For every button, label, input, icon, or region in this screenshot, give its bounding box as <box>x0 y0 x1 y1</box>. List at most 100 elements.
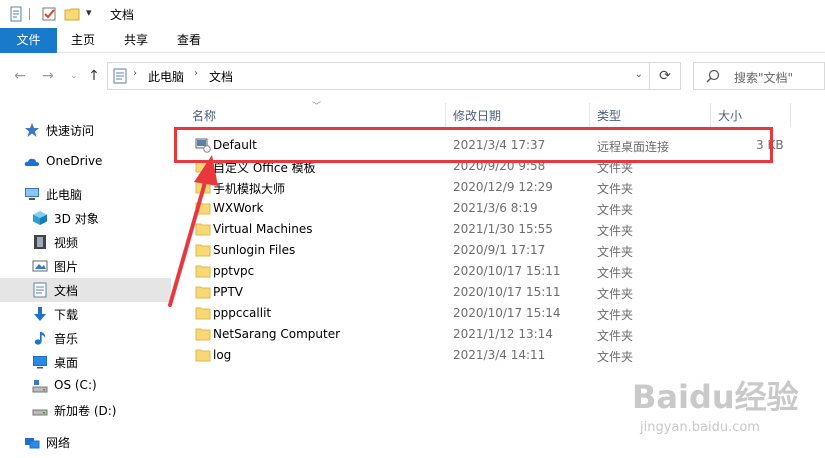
file-modified: 2020/10/17 15:11 <box>453 264 561 278</box>
title-bar: ▾ 文档 <box>0 0 825 28</box>
file-modified: 2020/12/9 12:29 <box>453 180 553 194</box>
properties-icon[interactable] <box>8 6 24 22</box>
search-icon <box>706 69 720 83</box>
sidebar-item-label: 快速访问 <box>46 124 95 138</box>
sidebar-item-label: 桌面 <box>54 356 79 370</box>
file-type: 文件夹 <box>597 245 634 259</box>
chevron-down-icon[interactable]: ⌄ <box>635 69 643 80</box>
file-name: pppccallit <box>213 306 272 320</box>
sidebar-item-c-drive[interactable]: OS (C:) <box>0 374 171 398</box>
sidebar-item-network[interactable]: 网络 <box>0 430 171 454</box>
baidu-watermark: Baidu经验 jingyan.baidu.com <box>632 360 817 450</box>
music-icon <box>34 332 46 345</box>
desktop-icon <box>33 356 47 369</box>
address-bar[interactable]: › 此电脑 › 文档 ⌄ <box>107 62 650 90</box>
file-name: 手机模拟大师 <box>213 182 286 196</box>
computer-icon <box>25 188 39 200</box>
column-divider[interactable] <box>790 103 791 127</box>
file-name: Virtual Machines <box>213 222 313 236</box>
film-icon <box>34 235 46 249</box>
sidebar-item-music[interactable]: 音乐 <box>0 326 171 350</box>
search-input[interactable]: 搜索"文档" <box>734 69 793 86</box>
column-divider[interactable] <box>445 103 446 127</box>
breadcrumb-separator[interactable]: › <box>133 68 137 79</box>
watermark-logo: Baidu经验 <box>632 378 799 416</box>
file-name: Sunlogin Files <box>213 243 296 257</box>
breadcrumb-separator[interactable]: › <box>194 68 198 79</box>
watermark-url: jingyan.baidu.com <box>640 420 760 435</box>
file-type: 文件夹 <box>597 266 634 280</box>
search-box[interactable]: 搜索"文档" <box>693 62 825 90</box>
tab-view[interactable]: 查看 <box>167 28 211 53</box>
sidebar-item-videos[interactable]: 视频 <box>0 230 171 254</box>
refresh-button[interactable]: ⟳ <box>650 62 681 90</box>
file-modified: 2021/1/12 13:14 <box>453 327 553 341</box>
title-separator <box>29 8 30 20</box>
tab-share[interactable]: 共享 <box>114 28 158 53</box>
network-icon <box>25 438 40 449</box>
sidebar-item-downloads[interactable]: 下载 <box>0 302 171 326</box>
table-row[interactable]: 手机模拟大师 2020/12/9 12:29 文件夹 <box>175 177 825 198</box>
picture-icon <box>32 260 48 272</box>
column-divider[interactable] <box>589 103 590 127</box>
file-modified: 2020/10/17 15:14 <box>453 306 561 320</box>
document-icon <box>33 282 47 298</box>
folder-icon <box>195 349 211 362</box>
sidebar-item-d-drive[interactable]: 新加卷 (D:) <box>0 398 171 422</box>
table-row[interactable]: PPTV 2020/10/17 15:11 文件夹 <box>175 282 825 303</box>
tab-file[interactable]: 文件 <box>0 28 57 53</box>
table-row[interactable]: NetSarang Computer 2021/1/12 13:14 文件夹 <box>175 324 825 345</box>
sidebar-item-label: 文档 <box>54 284 79 298</box>
window-title: 文档 <box>110 8 135 22</box>
up-button[interactable]: ↑ <box>86 68 102 84</box>
sidebar-item-label: 图片 <box>54 260 79 274</box>
sidebar-item-label: 网络 <box>46 436 71 450</box>
file-type: 文件夹 <box>597 308 634 322</box>
file-type: 文件夹 <box>597 182 634 196</box>
table-row[interactable]: pptvpc 2020/10/17 15:11 文件夹 <box>175 261 825 282</box>
file-modified: 2020/9/1 17:17 <box>453 243 546 257</box>
document-icon <box>113 68 127 84</box>
sidebar-item-3d-objects[interactable]: 3D 对象 <box>0 206 171 230</box>
sidebar-item-label: 3D 对象 <box>54 212 99 226</box>
drive-icon <box>32 409 48 416</box>
sidebar-item-label: 新加卷 (D:) <box>54 404 117 418</box>
forward-button[interactable]: → <box>40 68 56 84</box>
file-type: 文件夹 <box>597 350 634 364</box>
tab-home[interactable]: 主页 <box>61 28 105 53</box>
column-divider[interactable] <box>710 103 711 127</box>
file-type: 文件夹 <box>597 287 634 301</box>
file-name: NetSarang Computer <box>213 327 341 341</box>
table-row[interactable]: pppccallit 2020/10/17 15:14 文件夹 <box>175 303 825 324</box>
star-icon <box>25 123 39 137</box>
checkmark-icon[interactable] <box>41 6 57 22</box>
file-type: 文件夹 <box>597 329 634 343</box>
sidebar-item-onedrive[interactable]: OneDrive <box>0 150 171 174</box>
sidebar-item-desktop[interactable]: 桌面 <box>0 350 171 374</box>
table-row[interactable]: WXWork 2021/3/6 8:19 文件夹 <box>175 198 825 219</box>
quick-access-dropdown[interactable]: ▾ <box>86 6 92 19</box>
file-modified: 2021/3/4 14:11 <box>453 348 546 362</box>
address-row: ← → ⌄ ↑ › 此电脑 › 文档 ⌄ ⟳ 搜索"文档" <box>0 53 825 99</box>
highlight-box <box>174 127 773 163</box>
sidebar-item-documents[interactable]: 文档 <box>0 278 171 302</box>
breadcrumb-documents[interactable]: 文档 <box>209 68 233 85</box>
chevron-down-icon: ﹀ <box>312 102 322 112</box>
sidebar-item-label: OS (C:) <box>54 378 97 392</box>
table-row[interactable]: Sunlogin Files 2020/9/1 17:17 文件夹 <box>175 240 825 261</box>
new-folder-icon[interactable] <box>64 6 80 22</box>
sidebar-item-quick-access[interactable]: 快速访问 <box>0 118 171 142</box>
sidebar-item-this-pc[interactable]: 此电脑 <box>0 182 171 206</box>
sidebar-item-pictures[interactable]: 图片 <box>0 254 171 278</box>
file-modified: 2021/3/6 8:19 <box>453 201 538 215</box>
back-button[interactable]: ← <box>12 68 28 84</box>
file-name: WXWork <box>213 201 264 215</box>
navigation-pane: 快速访问 OneDrive 此电脑 3D 对象 视频 图片 文档 下载 音乐 桌… <box>0 99 175 458</box>
sidebar-item-label: 此电脑 <box>46 188 83 202</box>
breadcrumb-this-pc[interactable]: 此电脑 <box>148 68 184 85</box>
table-row[interactable]: Virtual Machines 2021/1/30 15:55 文件夹 <box>175 219 825 240</box>
file-modified: 2020/10/17 15:11 <box>453 285 561 299</box>
recent-locations-button[interactable]: ⌄ <box>66 68 82 84</box>
file-type: 文件夹 <box>597 224 634 238</box>
ribbon-tabs: 文件 主页 共享 查看 <box>0 28 825 53</box>
